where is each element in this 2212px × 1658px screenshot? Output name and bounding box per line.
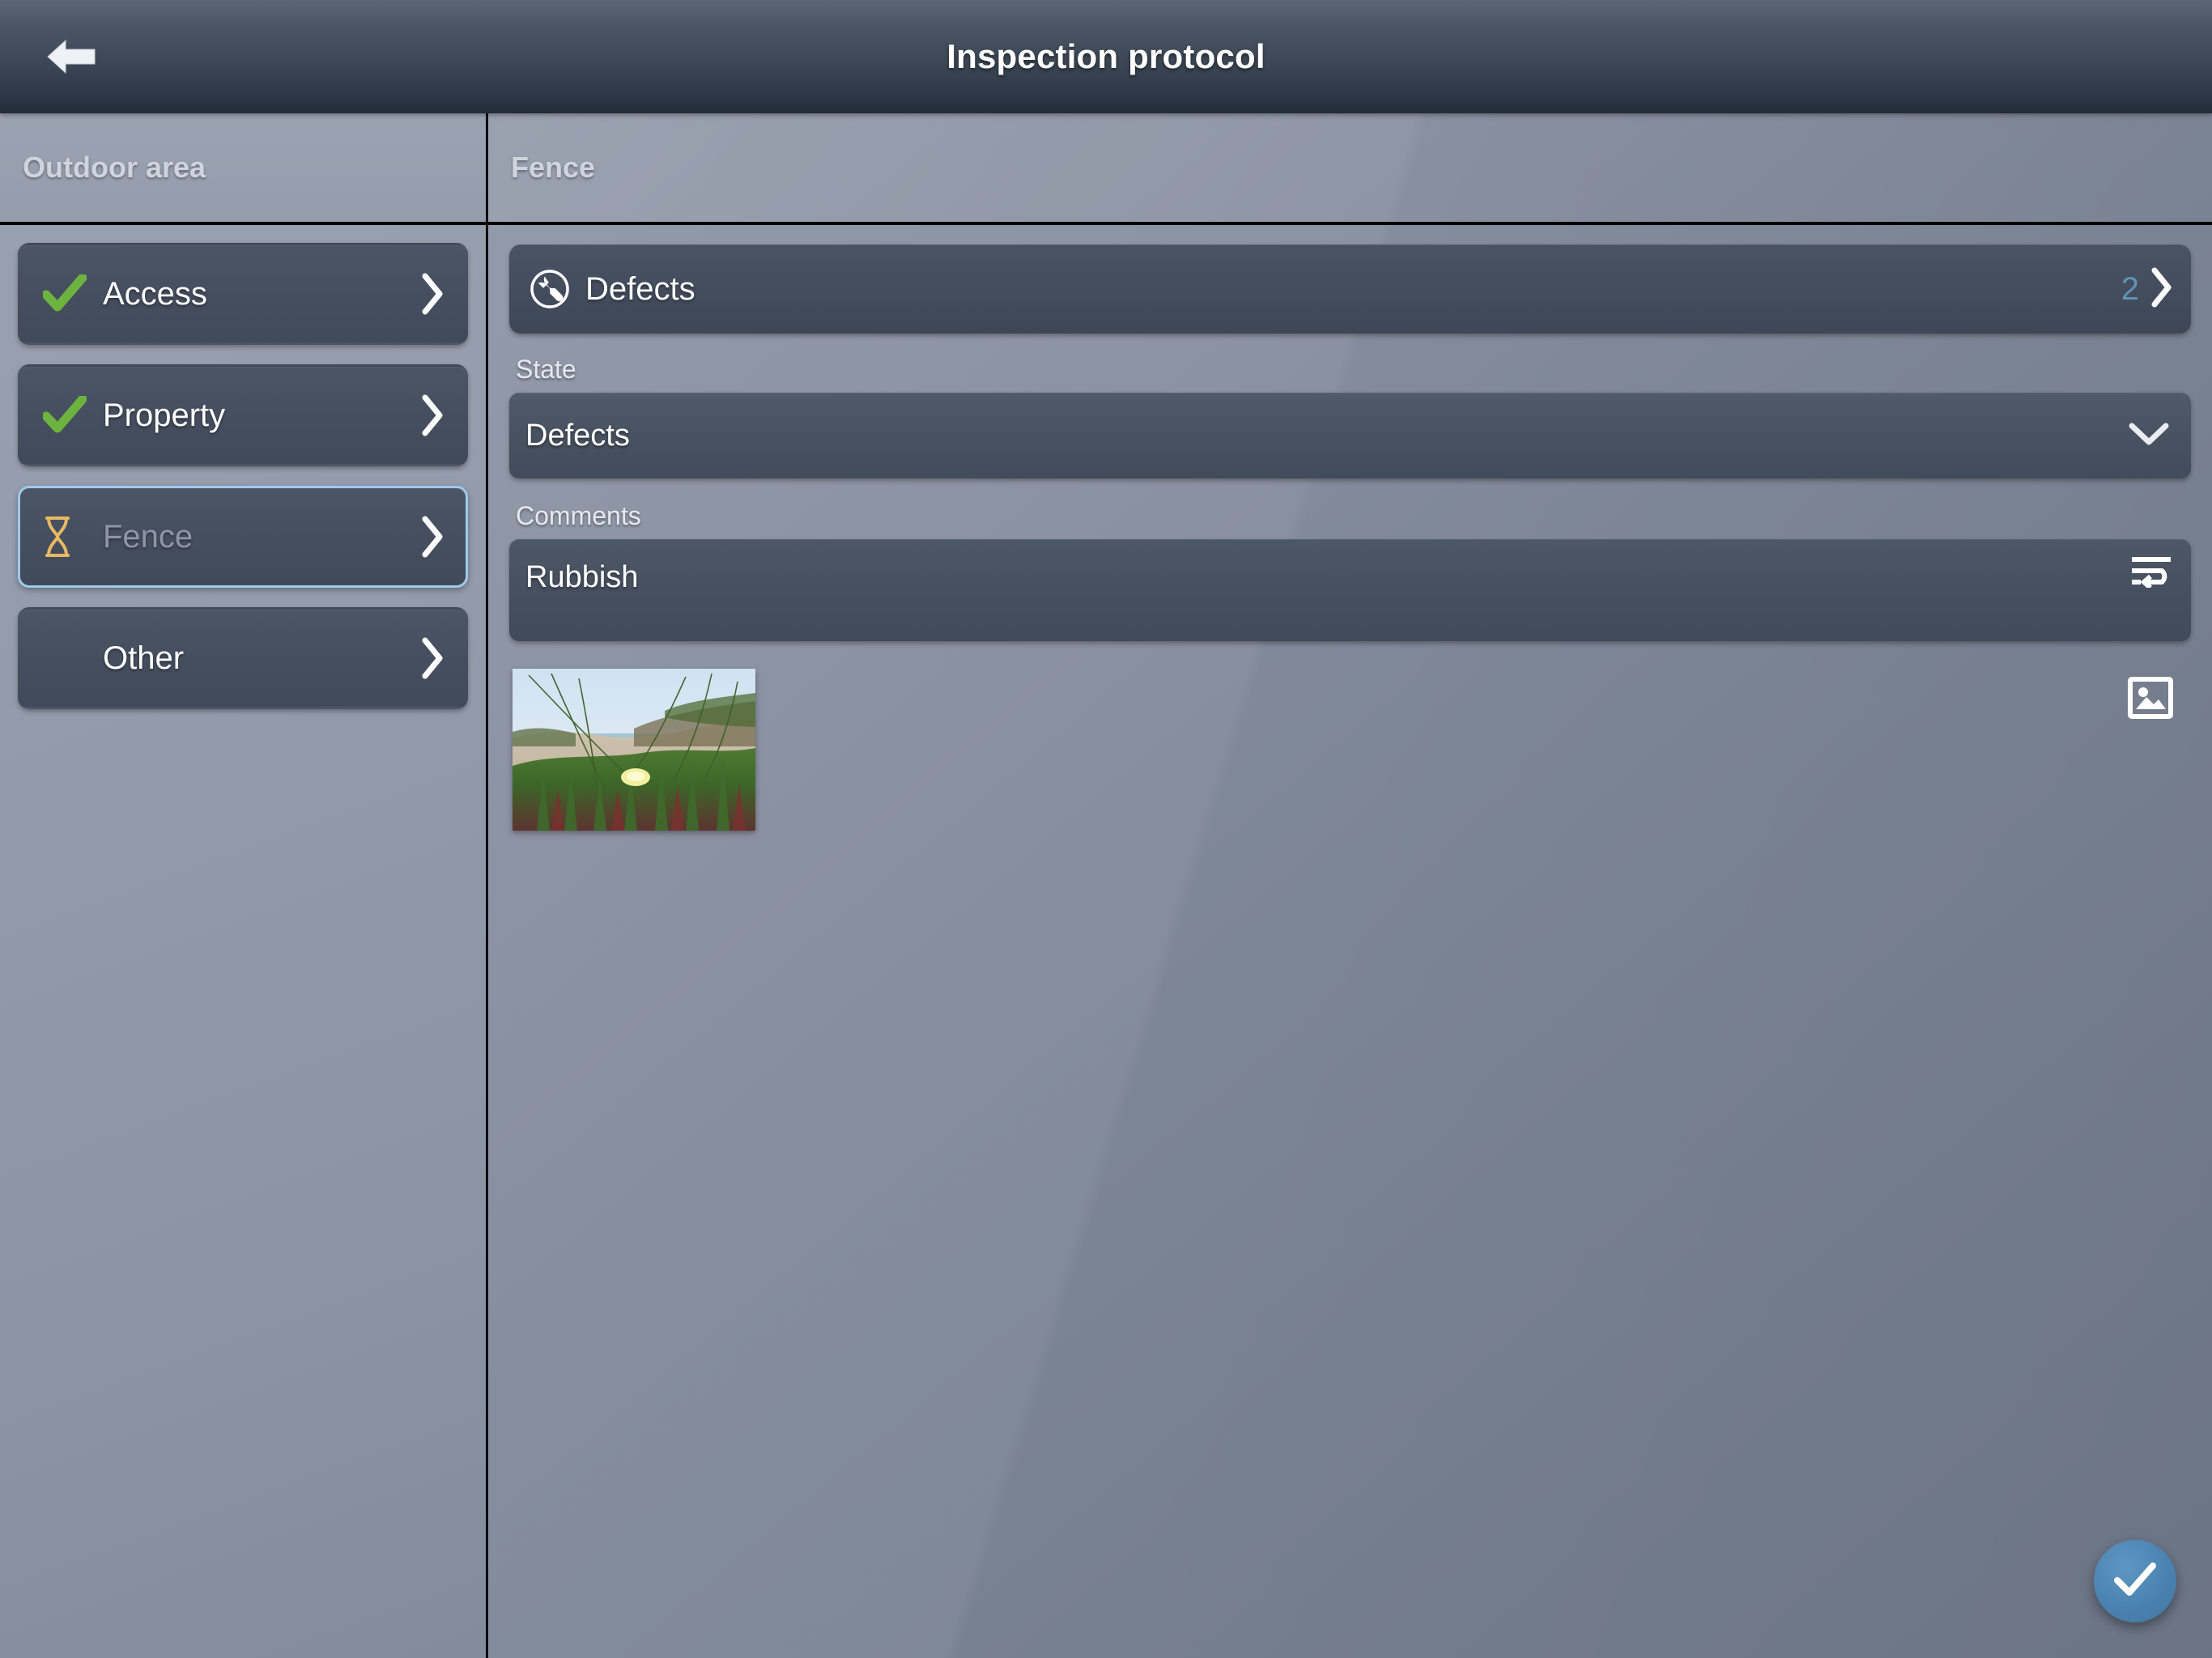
sidebar-item-label: Access <box>103 275 207 312</box>
green-check-icon <box>43 396 103 435</box>
image-picker-icon[interactable] <box>2128 677 2173 723</box>
state-select[interactable]: Defects <box>509 393 2191 478</box>
panel-header-label: Fence <box>511 151 596 184</box>
text-wrap-icon[interactable] <box>2129 554 2173 592</box>
confirm-fab[interactable] <box>2094 1540 2176 1622</box>
sidebar-item-property[interactable]: Property <box>18 364 468 466</box>
sidebar-item-label: Other <box>103 640 185 676</box>
defects-count-badge: 2 <box>2121 270 2139 307</box>
chevron-down-icon <box>2128 421 2170 451</box>
body: Outdoor area Access Property Fence Other… <box>0 113 2212 1658</box>
media-row <box>509 669 2191 831</box>
sidebar-header: Outdoor area <box>0 113 486 225</box>
titlebar: Inspection protocol <box>0 0 2212 113</box>
chevron-right-icon <box>420 516 445 558</box>
sidebar-header-label: Outdoor area <box>23 151 206 184</box>
sidebar-item-fence[interactable]: Fence <box>18 486 468 588</box>
photo-thumbnail[interactable] <box>513 669 755 831</box>
app-root: Inspection protocol Outdoor area Access <box>0 0 2212 1658</box>
page-title: Inspection protocol <box>946 37 1266 75</box>
chevron-right-icon <box>420 637 445 679</box>
chevron-right-icon <box>420 273 445 315</box>
comments-field-label: Comments <box>516 501 641 530</box>
chevron-right-icon <box>420 394 445 436</box>
check-icon <box>2112 1560 2158 1603</box>
sidebar-list: Access Property Fence Other <box>0 225 486 729</box>
chevron-right-icon <box>2149 267 2173 312</box>
panel-content: Defects 2 State Defects Comments Rubbish <box>488 225 2212 831</box>
sidebar-item-label: Property <box>103 397 226 433</box>
state-field-label: State <box>516 355 576 384</box>
back-arrow-icon <box>46 36 98 78</box>
sidebar-item-access[interactable]: Access <box>18 243 468 345</box>
green-check-icon <box>43 274 103 313</box>
state-select-value: Defects <box>525 418 630 453</box>
panel-header: Fence <box>488 113 2212 225</box>
comments-textarea[interactable]: Rubbish <box>509 539 2191 641</box>
hourglass-icon <box>43 516 103 558</box>
back-button[interactable] <box>28 12 117 101</box>
comments-value: Rubbish <box>525 560 639 594</box>
sidebar-item-label: Fence <box>103 518 194 555</box>
wrench-circle-icon <box>529 268 571 310</box>
defects-row[interactable]: Defects 2 <box>509 244 2191 334</box>
sidebar: Outdoor area Access Property Fence Other <box>0 113 488 1658</box>
sidebar-item-other[interactable]: Other <box>18 607 468 709</box>
detail-panel: Fence Defects 2 State Defects Comments R… <box>488 113 2212 1658</box>
defects-row-label: Defects <box>585 270 696 307</box>
